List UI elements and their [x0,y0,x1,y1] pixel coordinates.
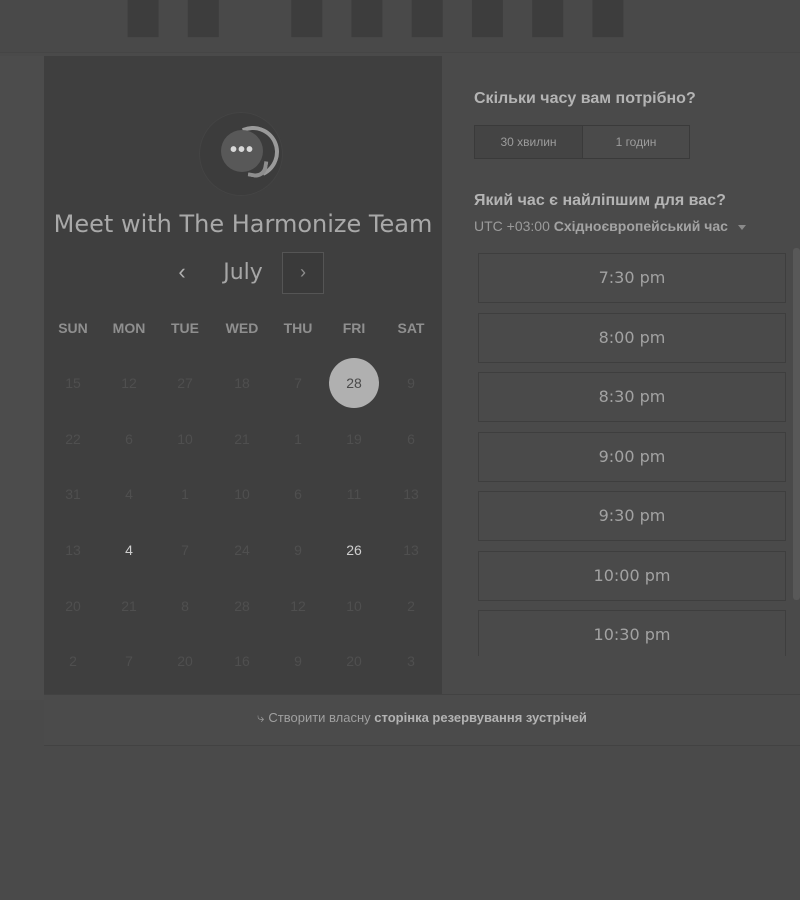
calendar-day: 13 [65,542,81,558]
calendar-day: 10 [177,431,193,447]
calendar-day: 27 [177,375,193,391]
calendar-day: 7 [181,542,189,558]
time-slot-button[interactable]: 10:00 pm [478,550,786,601]
calendar-day: 28 [234,598,250,614]
calendar-day: 24 [234,542,250,558]
calendar-day: 21 [121,598,137,614]
brand-logo-cropped: ▮▮ ▮▮▮▮▮▮ [120,0,645,40]
calendar-day: 4 [125,486,133,502]
time-question: Який час є найліпшим для вас? [474,192,726,209]
team-logo: ••• [199,112,287,196]
calendar-day: 7 [294,375,302,391]
time-slot-button[interactable]: 8:30 pm [478,372,786,422]
weekday-label: TUE [171,320,199,336]
calendar-day: 10 [346,598,362,614]
calendar-day: 3 [407,653,415,669]
calendar-day: 1 [294,431,302,447]
calendar-day: 6 [294,486,302,502]
time-slot-button[interactable]: 9:30 pm [478,491,786,541]
calendar-day: 9 [294,542,302,558]
caret-down-icon [737,224,746,230]
footer-link[interactable]: сторінка резервування зустрічей [374,710,587,725]
footer-bar: ⤷ Створити власну сторінка резервування з… [44,694,800,746]
ellipsis-icon: ••• [229,139,254,161]
calendar-day: 19 [346,431,362,447]
calendar-day: 12 [121,375,137,391]
calendar-day: 20 [346,653,362,669]
calendar-day: 9 [407,375,415,391]
month-navigator: ‹ July › [44,252,442,294]
calendar-day: 22 [65,431,81,447]
calendar-day: 21 [234,431,250,447]
available-day[interactable]: 26 [329,525,379,575]
duration-toggle: 30 хвилин 1 годин [474,125,690,159]
calendar-day: 20 [177,653,193,669]
calendar-day: 2 [407,598,415,614]
calendar-day: 31 [65,486,81,502]
weekday-label: MON [112,320,146,336]
available-day[interactable]: 4 [104,525,154,575]
footer-left-backdrop [0,700,44,744]
timezone-offset: UTC +03:00 [474,218,550,234]
month-label: July [223,260,263,285]
weekday-label: WED [225,320,259,336]
meeting-title: Meet with The Harmonize Team [53,210,433,238]
time-slot-button[interactable]: 7:30 pm [478,253,786,303]
left-backdrop [0,56,44,701]
duration-question: Скільки часу вам потрібно? [474,90,696,107]
weekday-label: FRI [342,320,366,336]
weekday-label: SUN [58,320,88,336]
weekday-header: SUN MON TUE WED THU FRI SAT [44,320,442,340]
time-slot-button[interactable]: 9:00 pm [478,431,786,482]
time-slot-button[interactable]: 10:30 pm [478,610,786,656]
calendar-day: 12 [290,598,306,614]
calendar-day: 2 [69,653,77,669]
calendar-day: 9 [294,653,302,669]
time-slots-list: 7:30 pm 8:00 pm 8:30 pm 9:00 pm 9:30 pm 10:00… [474,248,792,656]
timezone-name: Східноєвропейський час [553,218,728,234]
calendar-day: 16 [234,653,250,669]
calendar-day: 6 [407,431,415,447]
weekday-label: THU [283,320,313,336]
timezone-selector[interactable]: UTC +03:00 Східноєвропейський час [474,218,746,234]
calendar-day: 13 [403,542,419,558]
calendar-day: 7 [125,653,133,669]
duration-option-30min[interactable]: 30 хвилин [475,126,583,158]
footer-prefix: Створити власну [268,710,371,725]
calendar-day: 20 [65,598,81,614]
calendar-day: 13 [403,486,419,502]
duration-option-1h[interactable]: 1 годин [583,126,689,158]
calendar-day: 6 [125,431,133,447]
calendar-day: 10 [234,486,250,502]
scrollbar[interactable] [793,248,800,600]
footer-cta[interactable]: ⤷ Створити власну сторінка резервування з… [44,695,800,745]
hubspot-sprocket-icon: ⤷ [257,710,265,725]
calendar-day: 18 [234,375,250,391]
selected-day[interactable]: 28 [329,358,379,408]
time-slot-button[interactable]: 8:00 pm [478,312,786,363]
chevron-left-icon[interactable]: ‹ [168,252,196,294]
calendar-day: 8 [181,598,189,614]
weekday-label: SAT [397,320,425,336]
calendar-day: 1 [181,486,189,502]
calendar-day: 15 [65,375,81,391]
calendar-day: 11 [346,486,362,502]
chevron-right-icon[interactable]: › [282,252,324,294]
top-header: ▮▮ ▮▮▮▮▮▮ [0,0,800,53]
